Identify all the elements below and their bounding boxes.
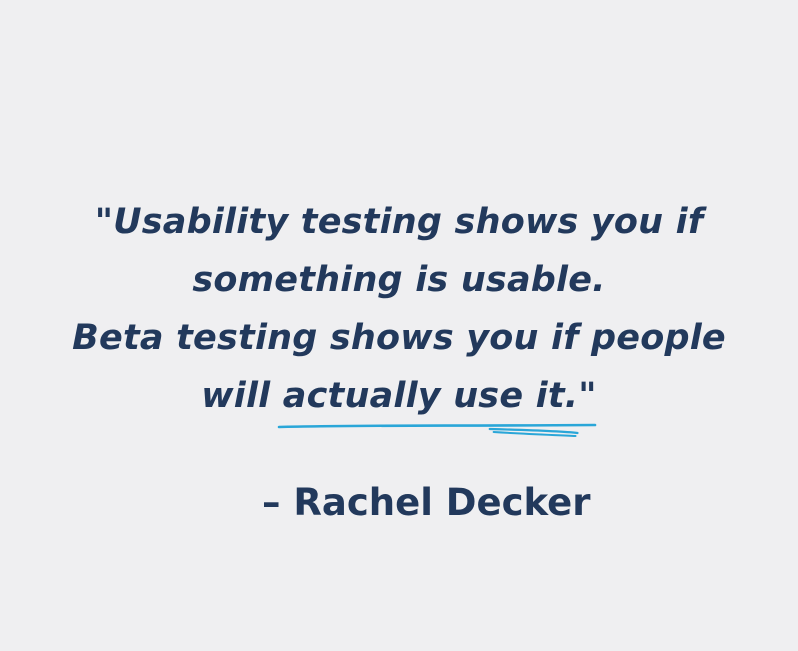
- quote-text: "Usability testing shows you if somethin…: [0, 193, 798, 437]
- quote-highlight: actually use it.": [277, 367, 597, 437]
- quote-line-1: "Usability testing shows you if: [94, 202, 704, 242]
- quote-line-3: Beta testing shows you if people: [72, 318, 726, 358]
- quote-highlight-text: actually use it.": [282, 376, 597, 416]
- underline-stroke-main: [277, 423, 597, 429]
- quote-attribution: – Rachel Decker: [262, 481, 591, 524]
- hand-drawn-underline-icon: [277, 423, 597, 437]
- quote-line-4: will actually use it.": [0, 367, 798, 437]
- quote-line-4-plain: will: [201, 376, 283, 416]
- quote-card: "Usability testing shows you if somethin…: [0, 0, 798, 651]
- quote-line-2: something is usable.: [192, 260, 606, 300]
